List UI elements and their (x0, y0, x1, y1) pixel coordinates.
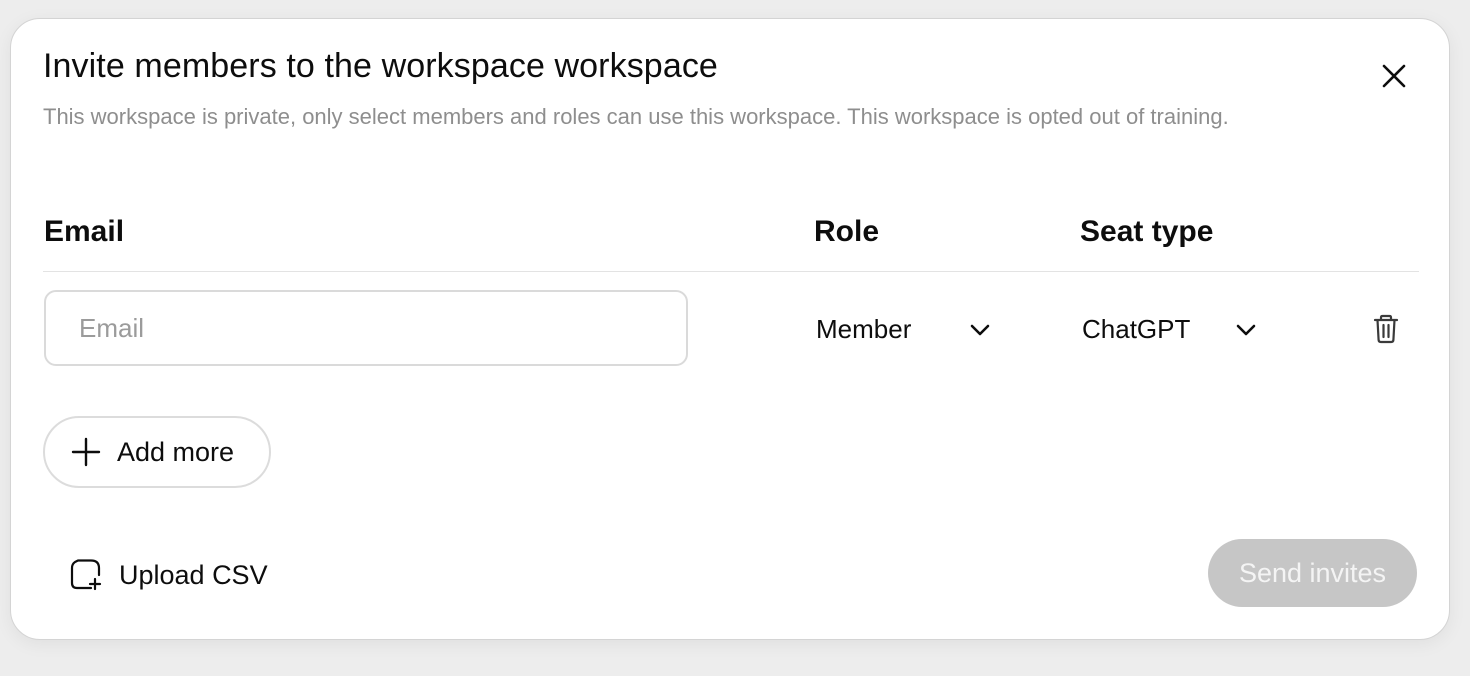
column-header-email: Email (44, 215, 125, 248)
chevron-down-icon (970, 324, 990, 336)
invite-members-dialog: Invite members to the workspace workspac… (10, 18, 1450, 640)
role-select[interactable]: Member (816, 305, 996, 353)
plus-icon (71, 437, 101, 467)
upload-file-icon (70, 559, 102, 591)
close-icon (1382, 64, 1406, 88)
email-input[interactable] (44, 290, 688, 366)
upload-csv-button[interactable]: Upload CSV (69, 555, 268, 595)
chevron-down-icon (1236, 324, 1256, 336)
add-more-label: Add more (117, 436, 235, 467)
seat-type-select[interactable]: ChatGPT (1082, 305, 1262, 353)
role-select-value: Member (816, 313, 912, 344)
seat-type-select-value: ChatGPT (1082, 313, 1191, 344)
dialog-title: Invite members to the workspace workspac… (43, 47, 718, 85)
trash-icon (1373, 314, 1399, 344)
upload-csv-label: Upload CSV (119, 559, 268, 590)
send-invites-label: Send invites (1238, 557, 1387, 588)
column-header-seat-type: Seat type (1080, 215, 1214, 248)
add-more-button[interactable]: Add more (43, 416, 271, 488)
dialog-description: This workspace is private, only select m… (43, 104, 1229, 129)
close-button[interactable] (1377, 59, 1411, 93)
delete-row-button[interactable] (1371, 313, 1401, 345)
send-invites-button[interactable]: Send invites (1208, 539, 1417, 607)
column-header-role: Role (814, 215, 880, 248)
header-divider (43, 271, 1419, 272)
